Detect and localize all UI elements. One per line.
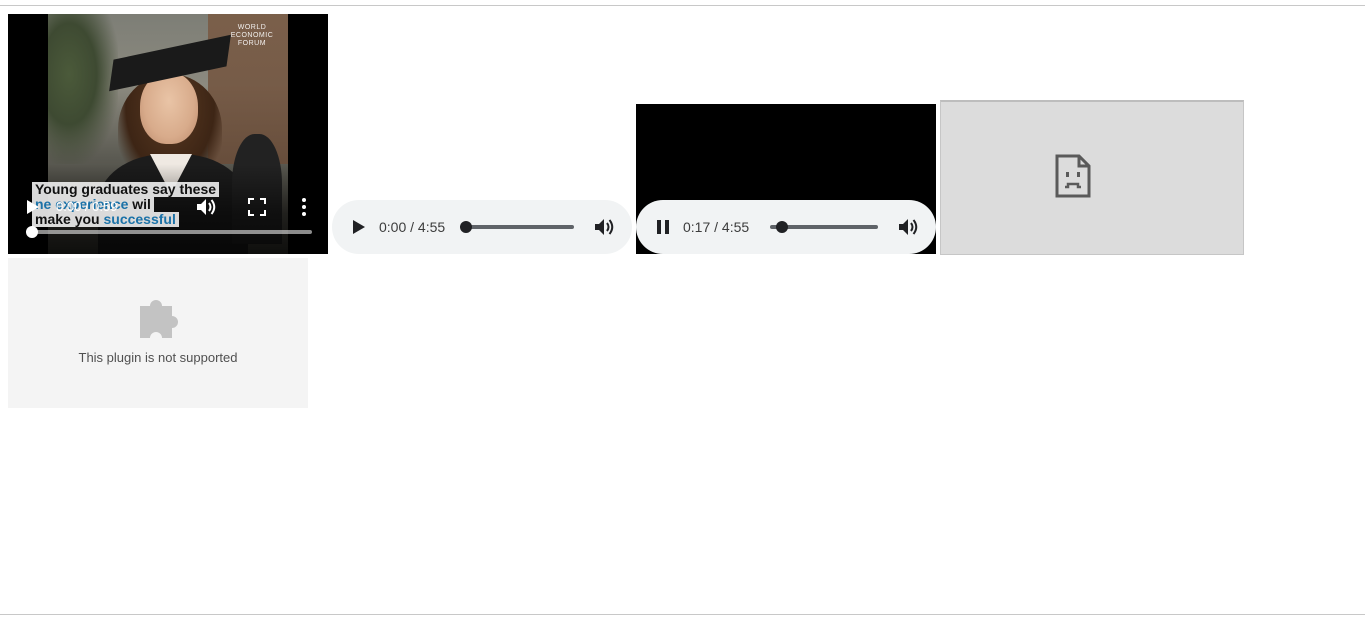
caption-line-3: make you successful bbox=[32, 212, 179, 227]
wef-watermark: WORLD ECONOMIC FORUM bbox=[224, 24, 280, 48]
video-progress-thumb[interactable] bbox=[26, 226, 38, 238]
watermark-line-3: FORUM bbox=[237, 40, 267, 47]
audio-player-1[interactable]: 0:00 / 4:55 bbox=[332, 200, 632, 254]
caption-line-2-rest: wil bbox=[128, 196, 151, 212]
fullscreen-icon[interactable] bbox=[248, 198, 266, 216]
puzzle-piece-icon bbox=[140, 300, 178, 338]
background-tree bbox=[48, 14, 118, 164]
play-icon[interactable] bbox=[352, 219, 366, 235]
video-progress-bar[interactable] bbox=[26, 226, 312, 238]
broken-image-frame bbox=[940, 100, 1244, 255]
watermark-line-1: WORLD bbox=[237, 24, 267, 31]
plugin-message: This plugin is not supported bbox=[78, 350, 238, 365]
audio-2-progress-thumb[interactable] bbox=[776, 221, 789, 233]
play-icon[interactable] bbox=[26, 199, 40, 215]
bottom-divider bbox=[0, 614, 1365, 615]
audio-1-progress-thumb[interactable] bbox=[460, 221, 472, 233]
pause-icon[interactable] bbox=[656, 219, 670, 235]
audio-1-time: 0:00 / 4:55 bbox=[379, 219, 446, 235]
watermark-line-2: ECONOMIC bbox=[230, 32, 274, 39]
audio-2-time: 0:17 / 4:55 bbox=[683, 219, 750, 235]
volume-icon[interactable] bbox=[196, 197, 218, 217]
audio-1-progress-bar[interactable] bbox=[460, 221, 574, 233]
sad-document-icon bbox=[1055, 154, 1091, 198]
video-player[interactable]: WORLD ECONOMIC FORUM Young graduates say… bbox=[8, 14, 328, 254]
more-vert-icon[interactable] bbox=[298, 197, 310, 217]
video-time: 0:00 / 0:59 bbox=[56, 199, 118, 214]
caption-line-1: Young graduates say these bbox=[32, 182, 220, 197]
audio-player-2[interactable]: 0:17 / 4:55 bbox=[636, 200, 936, 254]
top-divider bbox=[0, 5, 1365, 6]
volume-icon[interactable] bbox=[594, 217, 616, 237]
plugin-placeholder: This plugin is not supported bbox=[8, 258, 308, 408]
audio-2-progress-bar[interactable] bbox=[770, 221, 878, 233]
volume-icon[interactable] bbox=[898, 217, 920, 237]
